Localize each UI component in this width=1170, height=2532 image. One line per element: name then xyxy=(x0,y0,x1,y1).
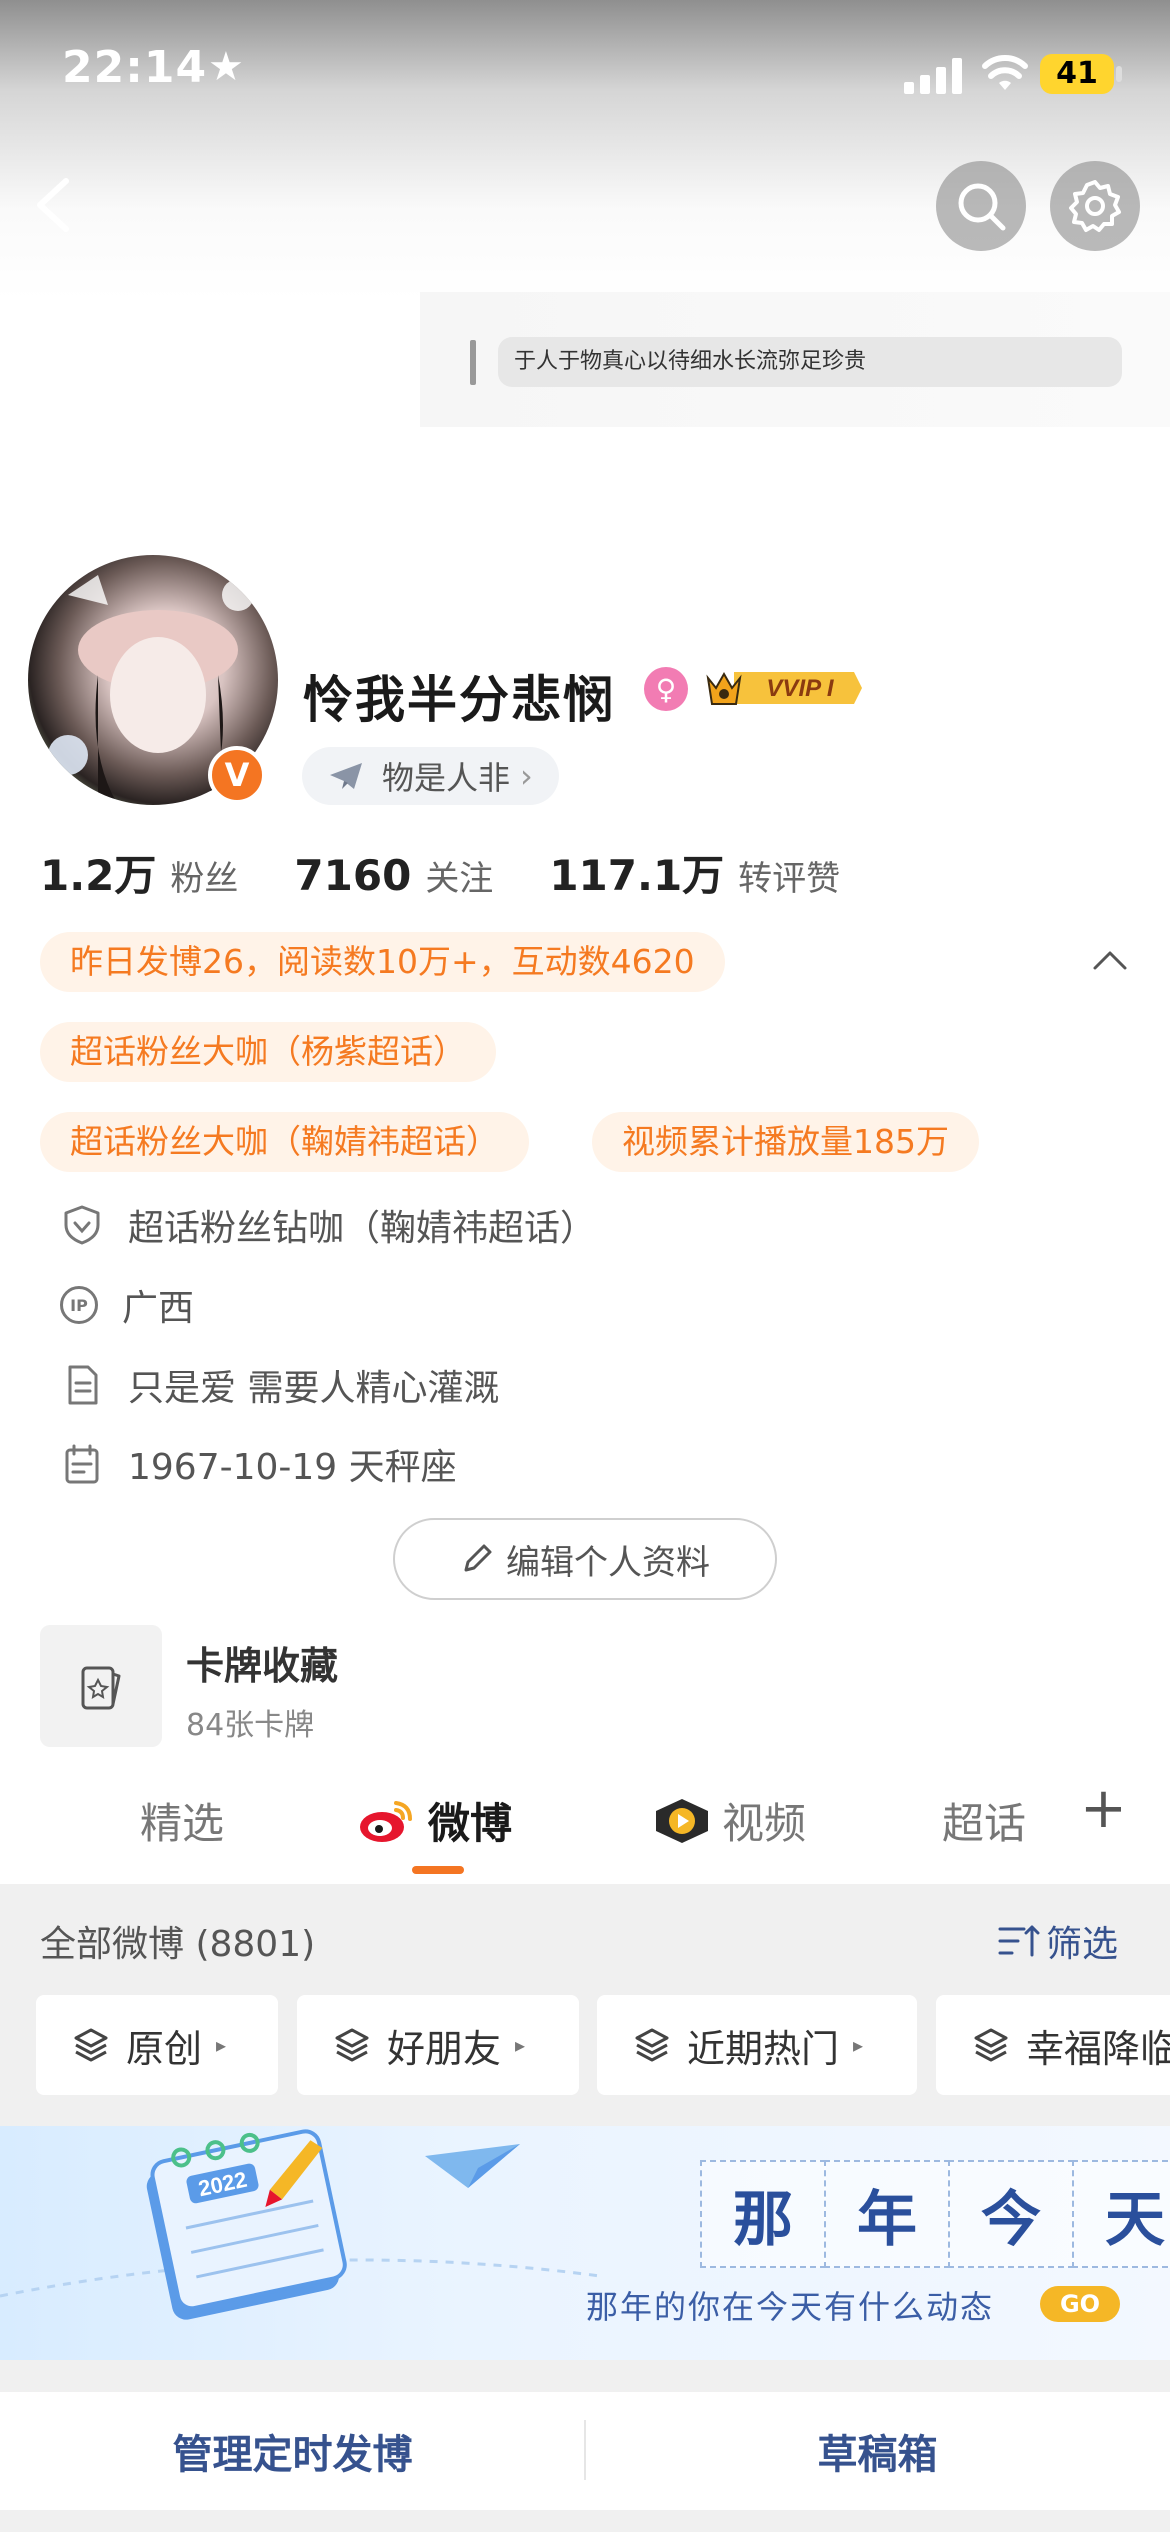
chip-happiness[interactable]: 幸福降临 xyxy=(936,1995,1170,2095)
title-char: 今 xyxy=(948,2160,1074,2268)
username: 怜我半分悲悯 xyxy=(303,671,615,729)
card-icon xyxy=(81,1666,121,1710)
tab-weibo-label: 微博 xyxy=(428,1799,513,1848)
tab-video[interactable]: 视频 xyxy=(652,1790,806,1851)
all-posts-count: 全部微博 (8801) xyxy=(40,1924,316,1965)
diamond-fan-text: 超话粉丝钻咖（鞠婧祎超话） xyxy=(128,1208,597,1249)
status-time: 22:14 xyxy=(62,42,208,93)
battery-tip xyxy=(1116,66,1122,82)
filter-button[interactable]: 筛选 xyxy=(996,1915,1118,1967)
card-collection-title[interactable]: 卡牌收藏 xyxy=(186,1635,338,1690)
motto-divider xyxy=(470,340,476,385)
weibo-logo-icon xyxy=(360,1800,412,1842)
title-char: 天 xyxy=(1072,2160,1170,2268)
following-label[interactable]: 关注 xyxy=(425,851,493,900)
video-views-pill[interactable]: 视频累计播放量185万 xyxy=(592,1112,979,1172)
battery-indicator: 41 xyxy=(1040,54,1114,94)
chip-friends-label: 好朋友 xyxy=(387,2026,502,2071)
bottom-divider xyxy=(584,2420,586,2480)
ip-location-icon: IP xyxy=(60,1286,98,1324)
tab-featured-label: 精选 xyxy=(140,1799,225,1848)
info-row-bio: 只是爱 需要人精心灌溉 xyxy=(60,1355,499,1415)
add-tab-button[interactable]: + xyxy=(1080,1776,1127,1841)
that-year-today-title: 那 年 今 天 xyxy=(700,2160,1170,2268)
star-icon: ★ xyxy=(208,44,244,90)
chevron-up-icon[interactable] xyxy=(1092,948,1128,972)
tab-supertopic[interactable]: 超话 xyxy=(942,1790,1026,1851)
user-tag[interactable]: 物是人非 › xyxy=(302,747,559,805)
profile-tabs: 精选 微博 视频 超话 + xyxy=(0,1770,1170,1880)
drafts-button[interactable]: 草稿箱 xyxy=(585,2392,1170,2510)
edit-profile-label: 编辑个人资料 xyxy=(506,1542,710,1583)
stats-row: 1.2万 粉丝 7160 关注 117.1万 转评赞 xyxy=(40,842,896,903)
gear-icon xyxy=(1069,180,1121,232)
battery-level: 41 xyxy=(1056,56,1098,91)
active-tab-indicator xyxy=(412,1866,464,1874)
shield-icon xyxy=(64,1205,100,1245)
following-count[interactable]: 7160 xyxy=(294,851,411,900)
verified-badge: V xyxy=(208,746,266,804)
layers-icon xyxy=(635,2028,669,2062)
caret-right-icon: ▸ xyxy=(216,2033,227,2057)
tab-featured[interactable]: 精选 xyxy=(140,1790,224,1851)
vip-badge[interactable]: VVIP I xyxy=(704,664,864,712)
caret-right-icon: ▸ xyxy=(515,2033,526,2057)
layers-icon xyxy=(335,2028,369,2062)
plus-icon: + xyxy=(1080,1776,1127,1841)
chip-original-label: 原创 xyxy=(126,2026,203,2071)
chip-trending[interactable]: 近期热门 ▸ xyxy=(597,1995,917,2095)
search-button[interactable] xyxy=(936,161,1026,251)
tab-video-label: 视频 xyxy=(722,1799,807,1848)
followers-label[interactable]: 粉丝 xyxy=(170,851,238,900)
info-row-birthday: 1967-10-19 天秤座 xyxy=(60,1434,457,1494)
female-gender-icon: ♀ xyxy=(644,667,688,711)
banner-subtitle: 那年的你在今天有什么动态 xyxy=(586,2288,995,2326)
motto-text[interactable]: 于人于物真心以待细水长流弥足珍贵 xyxy=(498,337,1122,387)
followers-count[interactable]: 1.2万 xyxy=(40,842,156,903)
info-row-diamond[interactable]: 超话粉丝钻咖（鞠婧祎超话） xyxy=(60,1195,596,1255)
supertopic-fan-pill-2[interactable]: 超话粉丝大咖（鞠婧祎超话） xyxy=(40,1112,529,1172)
settings-button[interactable] xyxy=(1050,161,1140,251)
chip-original[interactable]: 原创 ▸ xyxy=(36,1995,278,2095)
back-arrow-icon[interactable] xyxy=(28,175,78,235)
filter-icon xyxy=(998,1925,1040,1957)
bio-text: 只是爱 需要人精心灌溉 xyxy=(128,1368,500,1409)
ip-icon-text: IP xyxy=(70,1295,88,1315)
vip-label: VVIP I xyxy=(766,675,834,702)
scheduled-posts-button[interactable]: 管理定时发博 xyxy=(0,2392,585,2510)
birthday-text: 1967-10-19 天秤座 xyxy=(128,1447,457,1488)
layers-icon xyxy=(974,2028,1008,2062)
paper-plane-icon xyxy=(330,763,362,789)
video-play-icon xyxy=(656,1798,708,1843)
yesterday-stats-pill[interactable]: 昨日发博26，阅读数10万+，互动数4620 xyxy=(40,932,725,992)
cellular-signal-icon xyxy=(904,58,962,94)
go-button[interactable]: GO xyxy=(1040,2286,1120,2322)
interactions-count[interactable]: 117.1万 xyxy=(549,842,724,903)
chevron-right-icon: › xyxy=(520,757,533,795)
search-icon xyxy=(958,183,1006,231)
edit-profile-button[interactable]: 编辑个人资料 xyxy=(393,1518,777,1600)
supertopic-fan-pill-1[interactable]: 超话粉丝大咖（杨紫超话） xyxy=(40,1022,496,1082)
tab-supertopic-label: 超话 xyxy=(942,1799,1027,1848)
caret-right-icon: ▸ xyxy=(853,2033,864,2057)
ip-location-text: 广西 xyxy=(122,1288,195,1329)
interactions-label[interactable]: 转评赞 xyxy=(738,851,840,900)
filter-label: 筛选 xyxy=(1046,1924,1119,1965)
document-icon xyxy=(68,1365,98,1405)
chip-friends[interactable]: 好朋友 ▸ xyxy=(297,1995,579,2095)
user-tag-label: 物是人非 xyxy=(382,759,511,797)
tab-weibo[interactable]: 微博 xyxy=(356,1790,512,1851)
title-char: 那 xyxy=(700,2160,826,2268)
layers-icon xyxy=(74,2028,108,2062)
pencil-icon xyxy=(464,1544,492,1572)
chip-trending-label: 近期热门 xyxy=(687,2026,840,2071)
card-collection-icon-box[interactable] xyxy=(40,1625,162,1747)
info-row-ip: IP 广西 xyxy=(60,1275,194,1335)
chip-happiness-label: 幸福降临 xyxy=(1026,2026,1170,2071)
card-collection-count: 84张卡牌 xyxy=(186,1708,315,1743)
calendar-icon xyxy=(65,1444,99,1484)
wifi-icon xyxy=(982,55,1028,90)
title-char: 年 xyxy=(824,2160,950,2268)
